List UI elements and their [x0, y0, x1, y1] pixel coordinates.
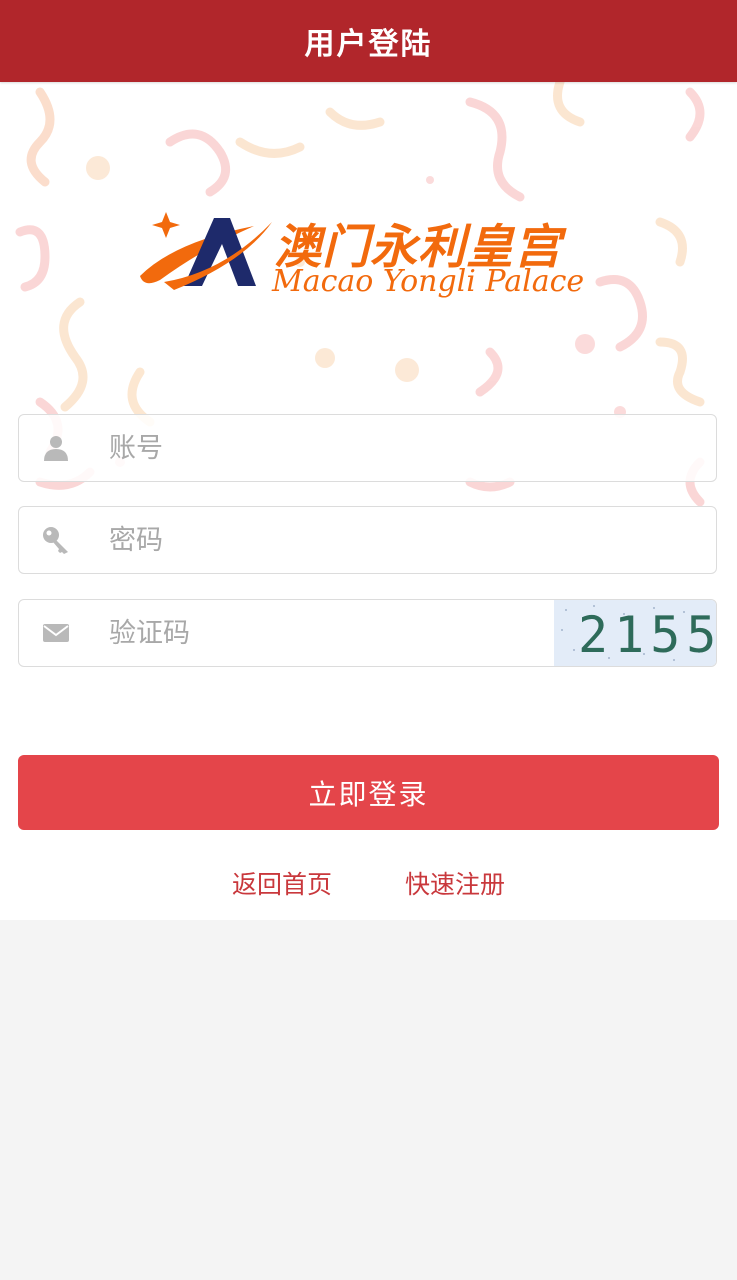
password-field — [18, 506, 717, 574]
user-icon — [44, 436, 68, 461]
captcha-code: 2155 — [578, 606, 716, 664]
footer-links: 返回首页 快速注册 — [0, 865, 737, 905]
login-button[interactable]: 立即登录 — [18, 755, 719, 830]
account-input[interactable] — [109, 415, 529, 481]
login-panel: 澳门永利皇宫 Macao Yongli Palace 账号 验证码 2155 立… — [0, 82, 737, 920]
captcha-image[interactable]: 2155 — [554, 600, 716, 666]
brand-logo: 澳门永利皇宫 Macao Yongli Palace — [134, 202, 604, 302]
password-input[interactable] — [109, 507, 529, 573]
brand-name-en: Macao Yongli Palace — [272, 264, 585, 299]
page-title: 用户登陆 — [304, 27, 433, 62]
key-icon — [43, 527, 68, 554]
back-home-link[interactable]: 返回首页 — [232, 865, 332, 901]
captcha-input[interactable] — [109, 600, 459, 666]
header-bar: 用户登陆 — [0, 0, 737, 82]
quick-register-link[interactable]: 快速注册 — [405, 865, 505, 901]
captcha-field: 2155 — [18, 599, 717, 667]
account-field — [18, 414, 717, 482]
envelope-icon — [43, 624, 69, 642]
logo-a-icon — [140, 212, 272, 290]
